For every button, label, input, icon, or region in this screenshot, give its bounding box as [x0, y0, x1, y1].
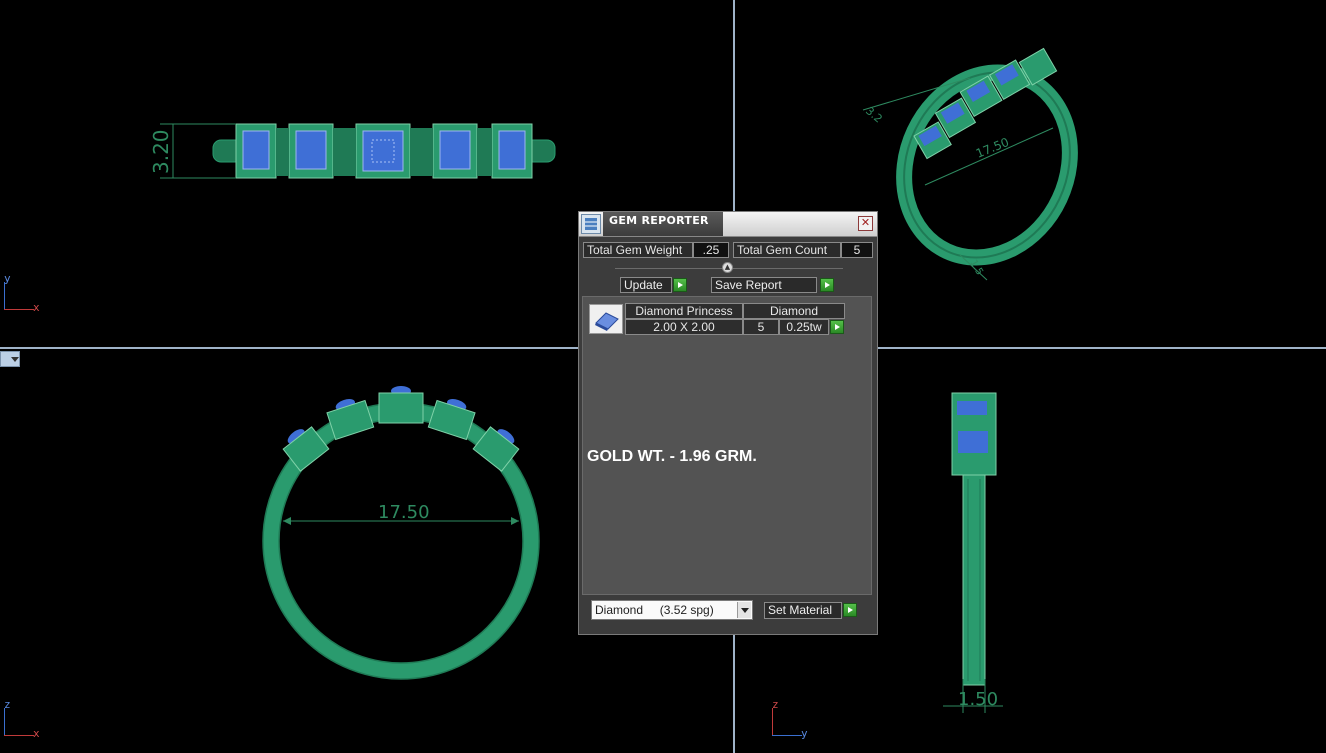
diamond-princess-thumbnail-icon	[589, 304, 623, 334]
update-button[interactable]: Update	[620, 277, 672, 293]
gem-setting-3	[355, 123, 411, 179]
svg-text:17.50: 17.50	[378, 502, 430, 523]
axis-y-label: y	[4, 272, 11, 285]
gem-list-panel: Diamond Princess Diamond 2.00 X 2.00 5 0…	[582, 296, 872, 595]
close-icon[interactable]: ✕	[858, 216, 873, 231]
gem-weight-cell: 0.25tw	[779, 319, 829, 335]
save-report-button[interactable]: Save Report	[711, 277, 817, 293]
axis-gizmo-side: z y	[772, 698, 812, 740]
gem-setting-4	[432, 123, 478, 179]
gem-shape-cell: Diamond Princess	[625, 303, 743, 319]
gem-reporter-app-icon	[581, 214, 601, 234]
svg-text:3.2: 3.2	[863, 104, 885, 125]
save-report-play-icon[interactable]	[820, 278, 834, 292]
material-select-value: Diamond (3.52 spg)	[595, 603, 714, 617]
total-gem-count-value: 5	[841, 242, 873, 258]
gem-setting-5	[491, 123, 533, 179]
axis-x-label: x	[33, 727, 40, 740]
gem-size-cell: 2.00 X 2.00	[625, 319, 743, 335]
gem-reporter-title: GEM REPORTER	[609, 214, 709, 227]
axis-z-label: z	[4, 698, 11, 711]
gold-weight-note: GOLD WT. - 1.96 GRM.	[587, 448, 757, 465]
chevron-down-icon[interactable]	[737, 602, 751, 618]
viewport-menu-tab[interactable]	[0, 351, 20, 367]
svg-text:1.50: 1.50	[958, 689, 998, 710]
total-gem-weight-label: Total Gem Weight	[583, 242, 693, 258]
axis-gizmo-top: y x	[4, 272, 44, 314]
set-material-play-icon[interactable]	[843, 603, 857, 617]
svg-text:3.20: 3.20	[149, 129, 173, 174]
total-gem-count-label: Total Gem Count	[733, 242, 841, 258]
material-select[interactable]: Diamond (3.52 spg)	[591, 600, 753, 620]
set-material-button[interactable]: Set Material	[764, 602, 842, 619]
gem-reporter-titlebar[interactable]: GEM REPORTER ✕	[579, 212, 877, 237]
axis-y-label: y	[801, 727, 808, 740]
front-gem-settings	[282, 386, 520, 472]
gem-setting-2	[288, 123, 334, 179]
gem-count-cell: 5	[743, 319, 779, 335]
gem-reporter-window[interactable]: GEM REPORTER ✕ Total Gem Weight .25 Tota…	[578, 211, 878, 635]
gem-setting-1	[235, 123, 277, 179]
axis-gizmo-front: z x	[4, 698, 44, 740]
collapse-toggle-icon[interactable]: ▲	[722, 262, 733, 273]
total-gem-weight-value: .25	[693, 242, 729, 258]
gem-row-play-icon[interactable]	[830, 320, 844, 334]
svg-text:1.5: 1.5	[967, 258, 984, 277]
svg-text:17.50: 17.50	[974, 135, 1011, 161]
gem-material-cell: Diamond	[743, 303, 845, 319]
axis-x-label: x	[33, 301, 40, 314]
update-play-icon[interactable]	[673, 278, 687, 292]
dimension-3-20: 3.20	[149, 129, 173, 174]
axis-z-label: z	[772, 698, 779, 711]
